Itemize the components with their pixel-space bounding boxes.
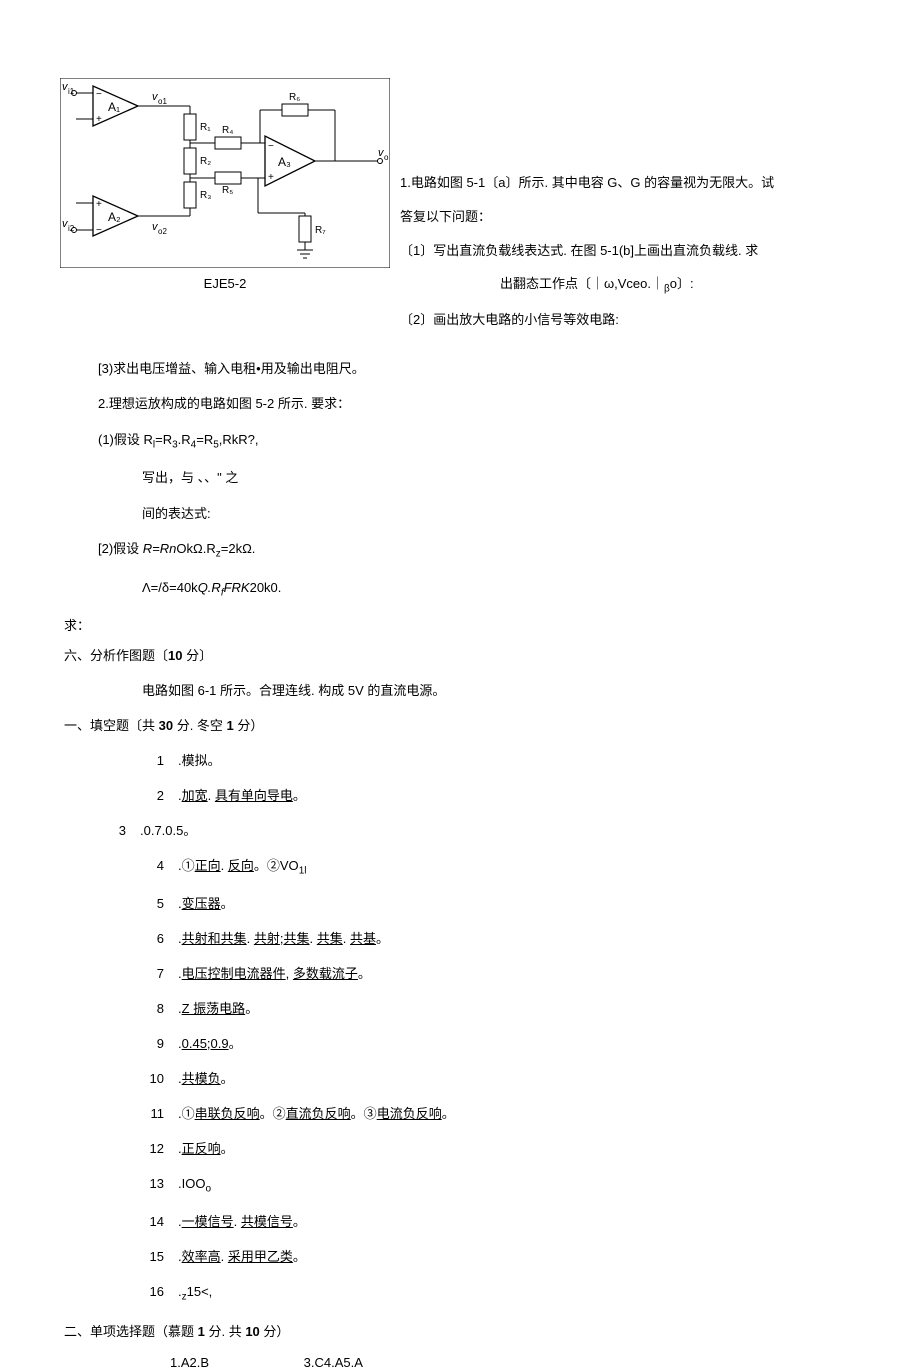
- list-item: 8.Z 振荡电路。: [98, 998, 860, 1020]
- item-number: 4: [142, 855, 178, 880]
- svg-text:A₂: A₂: [108, 210, 121, 224]
- item-number: 8: [142, 998, 178, 1020]
- svg-text:i1: i1: [68, 87, 75, 96]
- list-item: 16.z15<,: [98, 1281, 860, 1306]
- section-2-heading: 二、单项选择题（慕题 1 分. 共 10 分）: [64, 1320, 860, 1343]
- q2-solve: 求：: [64, 614, 860, 637]
- q2-expr1: 写出，与 、、" 之: [98, 466, 860, 489]
- right-question-text: 1.电路如图 5-1〔a〕所示. 其中电容 G、G 的容量视为无限大。试 答复以…: [400, 166, 774, 337]
- item-number: 16: [142, 1281, 178, 1306]
- mc-ans-1: 1.A2.B: [170, 1355, 300, 1370]
- svg-text:A₁: A₁: [108, 100, 120, 114]
- q6-text: 电路如图 6-1 所示。合理连线. 构成 5V 的直流电源。: [98, 679, 860, 702]
- svg-text:o1: o1: [158, 97, 167, 106]
- q2-head: 2.理想运放构成的电路如图 5-2 所示. 要求：: [98, 392, 860, 415]
- svg-text:+: +: [96, 114, 102, 125]
- item-number: 12: [142, 1138, 178, 1160]
- item-number: 11: [142, 1103, 178, 1125]
- list-item: 6.共射和共集. 共射;共集. 共集. 共基。: [98, 928, 860, 950]
- q2-values: Λ=/δ=40kQ.RfFRK20k0.: [98, 576, 860, 603]
- list-item: 2.加宽. 具有单向导电。: [98, 785, 860, 807]
- item-number: 5: [142, 893, 178, 915]
- body-content: [3)求出电压增益、输入电租•用及输出电阻尺。 2.理想运放构成的电路如图 5-…: [0, 357, 920, 1370]
- item-number: 14: [142, 1211, 178, 1233]
- list-item: 1.模拟。: [98, 750, 860, 772]
- list-item: 3.0.7.0.5。: [98, 820, 860, 842]
- svg-text:o: o: [384, 153, 389, 162]
- item-text: .模拟。: [178, 750, 860, 772]
- svg-text:−: −: [96, 225, 102, 236]
- svg-text:−: −: [96, 89, 102, 100]
- item-text: .效率高. 采用甲乙类。: [178, 1246, 860, 1268]
- item-number: 3: [104, 820, 140, 842]
- svg-text:R₇: R₇: [315, 225, 326, 236]
- figure-caption: EJE5-2: [60, 276, 390, 291]
- q1-sub2: 〔2〕画出放大电路的小信号等效电路:: [400, 303, 774, 337]
- item-number: 10: [142, 1068, 178, 1090]
- item-text: .①串联负反响。②直流负反响。③电流负反响。: [178, 1103, 860, 1125]
- item-text: .电压控制电流器件, 多数载流子。: [178, 963, 860, 985]
- item-text: .Z 振荡电路。: [178, 998, 860, 1020]
- item-text: .0.7.0.5。: [140, 820, 860, 842]
- svg-text:+: +: [268, 172, 274, 183]
- list-item: 14.一模信号. 共模信号。: [98, 1211, 860, 1233]
- svg-text:A₃: A₃: [278, 155, 291, 169]
- item-number: 15: [142, 1246, 178, 1268]
- list-item: 9.0.45;0.9。: [98, 1033, 860, 1055]
- list-item: 12.正反响。: [98, 1138, 860, 1160]
- item-text: .正反响。: [178, 1138, 860, 1160]
- svg-text:R₂: R₂: [200, 156, 211, 167]
- svg-text:R₁: R₁: [200, 122, 211, 133]
- list-item: 10.共模负。: [98, 1068, 860, 1090]
- svg-text:o2: o2: [158, 227, 167, 236]
- item-number: 9: [142, 1033, 178, 1055]
- list-item: 4.①正向. 反向。②VO1l: [98, 855, 860, 880]
- q1-sub1: 〔1〕写出直流负载线表达式. 在图 5-1(b]上画出直流负载线. 求: [400, 234, 774, 268]
- item-text: .z15<,: [178, 1281, 860, 1306]
- item-text: .共射和共集. 共射;共集. 共集. 共基。: [178, 928, 860, 950]
- circuit-svg: A₁ vi1 − + vo1 A₂ vi2 + − vo2: [60, 78, 390, 268]
- item-text: .①正向. 反向。②VO1l: [178, 855, 860, 880]
- q2-expr2: 间的表达式:: [98, 502, 860, 525]
- item-number: 2: [142, 785, 178, 807]
- q1-line1: 1.电路如图 5-1〔a〕所示. 其中电容 G、G 的容量视为无限大。试: [400, 166, 774, 200]
- svg-text:R₄: R₄: [222, 125, 233, 136]
- list-item: 11.①串联负反响。②直流负反响。③电流负反响。: [98, 1103, 860, 1125]
- q1-workpoint: 出翻态工作点〔｜ω,Vceo.｜βo〕:: [400, 267, 774, 303]
- item-number: 7: [142, 963, 178, 985]
- fill-answer-list: 1.模拟。2.加宽. 具有单向导电。3.0.7.0.5。4.①正向. 反向。②V…: [98, 750, 860, 1306]
- list-item: 5.变压器。: [98, 893, 860, 915]
- section-6-heading: 六、分析作图题〔10 分〕: [64, 644, 860, 667]
- mc-ans-2: 3.C4.A5.A: [304, 1355, 363, 1370]
- q2-sub1: (1)假设 Rl=R3.R4=R5,RkR?,: [98, 428, 860, 455]
- svg-text:R₃: R₃: [200, 190, 211, 201]
- item-number: 13: [142, 1173, 178, 1198]
- section-1-heading: 一、填空题〔共 30 分. 冬空 1 分）: [64, 714, 860, 737]
- item-number: 1: [142, 750, 178, 772]
- svg-text:−: −: [268, 141, 274, 152]
- left-col: A₁ vi1 − + vo1 A₂ vi2 + − vo2: [0, 0, 390, 291]
- q2-sub2: [2)假设 R=RnOkΩ.Rz=2kΩ.: [98, 537, 860, 564]
- item-text: .变压器。: [178, 893, 860, 915]
- svg-text:R₆: R₆: [289, 92, 300, 103]
- top-section: A₁ vi1 − + vo1 A₂ vi2 + − vo2: [0, 0, 920, 337]
- svg-text:R₅: R₅: [222, 185, 233, 196]
- item-text: .加宽. 具有单向导电。: [178, 785, 860, 807]
- q1-line2: 答复以下问题：: [400, 200, 774, 234]
- item-number: 6: [142, 928, 178, 950]
- circuit-diagram: A₁ vi1 − + vo1 A₂ vi2 + − vo2: [60, 78, 390, 268]
- item-text: .IOOo: [178, 1173, 860, 1198]
- item-text: .共模负。: [178, 1068, 860, 1090]
- mc-answers: 1.A2.B 3.C4.A5.A: [98, 1355, 860, 1370]
- list-item: 13.IOOo: [98, 1173, 860, 1198]
- item-text: .一模信号. 共模信号。: [178, 1211, 860, 1233]
- item-text: .0.45;0.9。: [178, 1033, 860, 1055]
- q1-sub3: [3)求出电压增益、输入电租•用及输出电阻尺。: [98, 357, 860, 380]
- svg-text:i2: i2: [68, 224, 75, 233]
- list-item: 15.效率高. 采用甲乙类。: [98, 1246, 860, 1268]
- list-item: 7.电压控制电流器件, 多数载流子。: [98, 963, 860, 985]
- svg-text:+: +: [96, 199, 102, 210]
